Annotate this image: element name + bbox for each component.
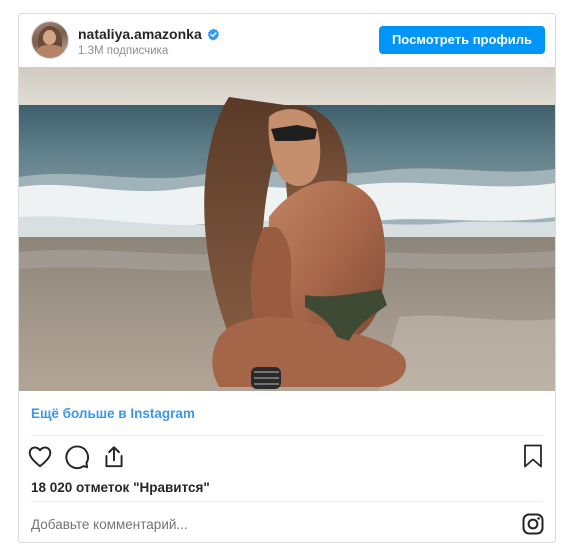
- view-profile-button[interactable]: Посмотреть профиль: [379, 26, 545, 54]
- post-header: nataliya.amazonka 1.3M подписчика Посмот…: [19, 14, 555, 67]
- share-icon[interactable]: [101, 444, 127, 470]
- avatar[interactable]: [31, 21, 69, 59]
- follower-count: 1.3M подписчика: [78, 45, 169, 57]
- post-photo[interactable]: [19, 67, 555, 391]
- divider: [31, 435, 543, 436]
- heart-icon[interactable]: [27, 444, 53, 470]
- divider: [31, 501, 543, 502]
- comment-input[interactable]: [31, 516, 451, 534]
- verified-badge-icon: [207, 28, 219, 41]
- comment-bubble-icon[interactable]: [64, 444, 90, 470]
- post-actions: [27, 442, 138, 472]
- username-row: nataliya.amazonka: [78, 26, 220, 42]
- instagram-embed-card: nataliya.amazonka 1.3M подписчика Посмот…: [18, 13, 556, 543]
- like-count[interactable]: 18 020 отметок "Нравится": [31, 480, 210, 496]
- username-link[interactable]: nataliya.amazonka: [78, 26, 202, 42]
- beach-photo: [19, 67, 555, 391]
- bookmark-icon[interactable]: [521, 443, 545, 469]
- more-on-instagram-link[interactable]: Ещё больше в Instagram: [31, 406, 195, 422]
- instagram-glyph-icon[interactable]: [521, 512, 545, 536]
- avatar-body: [37, 45, 64, 58]
- avatar-face: [43, 30, 56, 45]
